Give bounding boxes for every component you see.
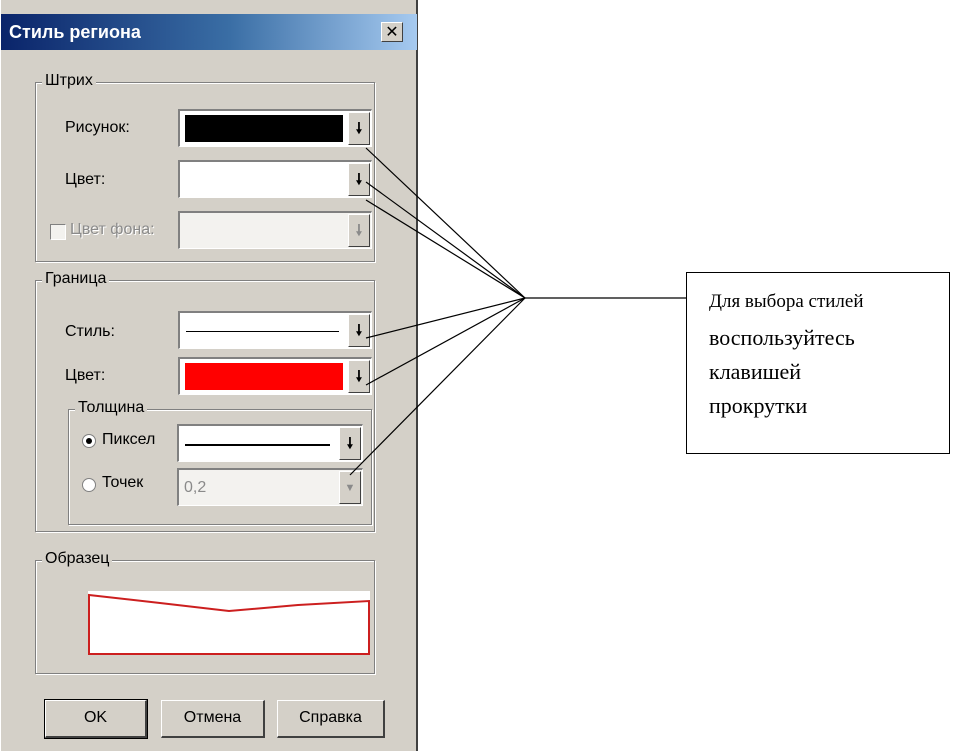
callout-line-2: воспользуйтесь xyxy=(709,325,855,350)
callout-line-1: Для выбора стилей xyxy=(709,291,864,312)
callout-line-3: клавишей xyxy=(709,359,802,384)
callout-box: Для выбора стилей воспользуйтесь клавише… xyxy=(686,272,950,454)
callout-line-4: прокрутки xyxy=(709,393,808,418)
